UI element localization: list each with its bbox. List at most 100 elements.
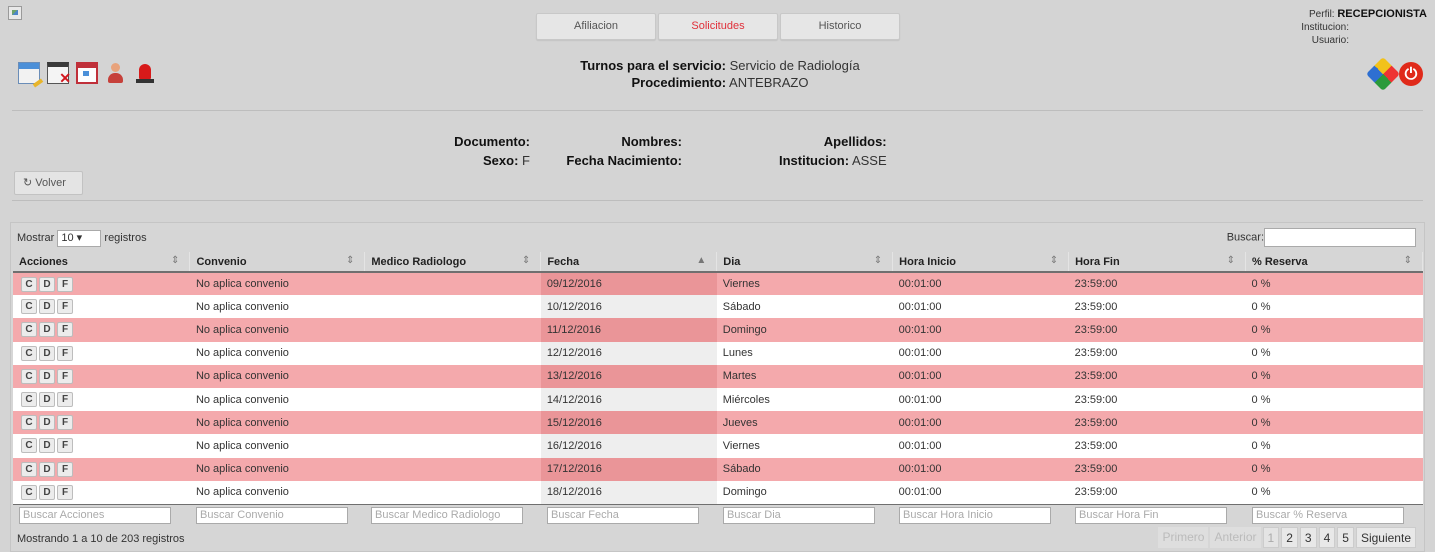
action-button-c[interactable]: C bbox=[21, 299, 37, 315]
action-button-d[interactable]: D bbox=[39, 415, 55, 431]
page-length-select[interactable]: 10 ▾ bbox=[57, 230, 102, 247]
action-button-c[interactable]: C bbox=[21, 415, 37, 431]
action-button-f[interactable]: F bbox=[57, 299, 73, 315]
institucion-label: Institucion: bbox=[779, 153, 850, 168]
column-header-convenio[interactable]: Convenio ⇕ bbox=[189, 252, 366, 273]
action-button-f[interactable]: F bbox=[57, 461, 73, 477]
id-card-icon[interactable] bbox=[18, 62, 40, 84]
column-header-label: Convenio bbox=[196, 255, 247, 268]
action-button-d[interactable]: D bbox=[39, 276, 55, 292]
action-button-f[interactable]: F bbox=[57, 415, 73, 431]
cell-reserva: 0 % bbox=[1245, 480, 1423, 504]
table-row: C D F No aplica convenio 13/12/2016 Martes 00:… bbox=[13, 364, 1423, 388]
action-button-c[interactable]: C bbox=[21, 345, 37, 361]
tab-solicitudes[interactable]: Solicitudes bbox=[658, 13, 778, 40]
action-button-f[interactable]: F bbox=[57, 368, 73, 384]
cell-inicio: 00:01:00 bbox=[892, 457, 1069, 481]
action-button-c[interactable]: C bbox=[21, 438, 37, 454]
cell-convenio: No aplica convenio bbox=[189, 295, 365, 319]
pager-previous[interactable]: Anterior bbox=[1210, 527, 1261, 548]
pager-first[interactable]: Primero bbox=[1158, 527, 1209, 548]
cell-convenio: No aplica convenio bbox=[189, 341, 365, 365]
siren-icon[interactable] bbox=[134, 62, 156, 84]
cell-reserva: 0 % bbox=[1245, 295, 1423, 319]
cell-fecha: 17/12/2016 bbox=[540, 457, 717, 481]
sort-icon: ⇕ bbox=[1226, 255, 1236, 266]
action-button-c[interactable]: C bbox=[21, 461, 37, 477]
solicitudes-table: Mostrar 10 ▾ registros Buscar: Acciones ⇕… bbox=[10, 222, 1425, 552]
cell-medico bbox=[364, 480, 541, 504]
column-header-acciones[interactable]: Acciones ⇕ bbox=[13, 252, 191, 273]
top-tabs: Afiliacion Solicitudes Historico bbox=[536, 13, 900, 40]
usuario-label: Usuario: bbox=[1311, 35, 1349, 46]
action-button-f[interactable]: F bbox=[57, 484, 73, 500]
table-row: C D F No aplica convenio 16/12/2016 Viernes 00… bbox=[13, 434, 1423, 458]
actions-cell: CDF bbox=[13, 480, 190, 504]
action-button-d[interactable]: D bbox=[39, 461, 55, 477]
modules-icon[interactable] bbox=[1366, 57, 1400, 91]
divider bbox=[12, 200, 1423, 201]
table-row: C D F No aplica convenio 14/12/2016 Miércoles… bbox=[13, 387, 1423, 412]
cell-medico bbox=[364, 318, 541, 342]
filter-input-hora-inicio[interactable]: Buscar Hora Inicio bbox=[899, 507, 1051, 524]
filter-input-hora-fin[interactable]: Buscar Hora Fin bbox=[1075, 507, 1227, 524]
action-button-f[interactable]: F bbox=[57, 322, 73, 338]
filter-input-fecha[interactable]: Buscar Fecha bbox=[547, 507, 699, 524]
filter-input-acciones[interactable]: Buscar Acciones bbox=[19, 507, 171, 524]
sort-icon: ⇕ bbox=[1403, 255, 1412, 266]
action-button-f[interactable]: F bbox=[57, 345, 73, 361]
tab-afiliacion[interactable]: Afiliacion bbox=[536, 13, 656, 40]
pager-page-5[interactable]: 5 bbox=[1337, 527, 1354, 548]
action-button-d[interactable]: D bbox=[39, 368, 55, 384]
calendar-delete-icon[interactable] bbox=[47, 62, 71, 87]
user-icon[interactable] bbox=[105, 62, 127, 84]
action-button-d[interactable]: D bbox=[39, 392, 55, 408]
pager-page-2[interactable]: 2 bbox=[1281, 527, 1298, 548]
sort-asc-icon: ▲ bbox=[696, 255, 707, 266]
cell-dia: Domingo bbox=[716, 480, 893, 504]
action-button-f[interactable]: F bbox=[57, 276, 73, 292]
action-button-c[interactable]: C bbox=[21, 368, 37, 384]
length-prefix: Mostrar bbox=[17, 232, 55, 244]
actions-cell: CDF bbox=[13, 272, 190, 296]
page-length-value: 10 bbox=[61, 232, 74, 244]
action-button-d[interactable]: D bbox=[39, 484, 55, 500]
pager-page-4[interactable]: 4 bbox=[1318, 527, 1336, 548]
action-button-c[interactable]: C bbox=[21, 484, 37, 500]
column-header-fecha[interactable]: Fecha ▲ bbox=[540, 252, 718, 273]
filter-input-reserva[interactable]: Buscar % Reserva bbox=[1252, 507, 1404, 524]
sort-icon: ⇕ bbox=[521, 255, 531, 266]
column-header-dia[interactable]: Dia ⇕ bbox=[716, 252, 894, 273]
power-icon[interactable]: ⏻ bbox=[1399, 62, 1423, 86]
filter-input-convenio[interactable]: Buscar Convenio bbox=[196, 507, 348, 524]
tab-historico[interactable]: Historico bbox=[780, 13, 900, 40]
pager-page-3[interactable]: 3 bbox=[1299, 527, 1317, 548]
search-input[interactable] bbox=[1264, 228, 1416, 247]
user-profile: Perfil: RECEPCIONISTA Institucion: Usuar… bbox=[1301, 8, 1427, 47]
pager-next[interactable]: Siguiente bbox=[1355, 527, 1416, 548]
filter-input-medico-radiologo[interactable]: Buscar Medico Radiologo bbox=[371, 507, 523, 524]
action-button-d[interactable]: D bbox=[39, 299, 55, 315]
column-header-label: % Reserva bbox=[1252, 255, 1308, 268]
action-button-c[interactable]: C bbox=[21, 392, 37, 408]
cell-reserva: 0 % bbox=[1245, 411, 1423, 435]
turnos-label: Turnos para el servicio: bbox=[580, 58, 726, 73]
action-button-d[interactable]: D bbox=[39, 345, 55, 361]
action-button-d[interactable]: D bbox=[39, 438, 55, 454]
calendar-icon[interactable] bbox=[76, 62, 98, 84]
filter-input-dia[interactable]: Buscar Dia bbox=[723, 507, 875, 524]
institucion-value: ASSE bbox=[851, 153, 887, 168]
volver-button[interactable]: ↻ Volver bbox=[14, 171, 83, 195]
column-header-hora-fin[interactable]: Hora Fin ⇕ bbox=[1068, 252, 1247, 273]
action-button-f[interactable]: F bbox=[57, 438, 73, 454]
pager-page-1[interactable]: 1 bbox=[1262, 527, 1280, 548]
action-button-d[interactable]: D bbox=[39, 322, 55, 338]
column-header-hora-inicio[interactable]: Hora Inicio ⇕ bbox=[892, 252, 1070, 273]
column-header-medico-radiologo[interactable]: Medico Radiologo ⇕ bbox=[364, 252, 542, 273]
action-button-c[interactable]: C bbox=[21, 322, 37, 338]
column-header-reserva[interactable]: % Reserva ⇕ bbox=[1245, 252, 1423, 273]
cell-inicio: 00:01:00 bbox=[892, 295, 1069, 319]
pagination: Primero Anterior 1 2 3 4 5 Siguiente bbox=[1156, 527, 1416, 548]
action-button-f[interactable]: F bbox=[57, 392, 73, 408]
action-button-c[interactable]: C bbox=[21, 276, 37, 292]
